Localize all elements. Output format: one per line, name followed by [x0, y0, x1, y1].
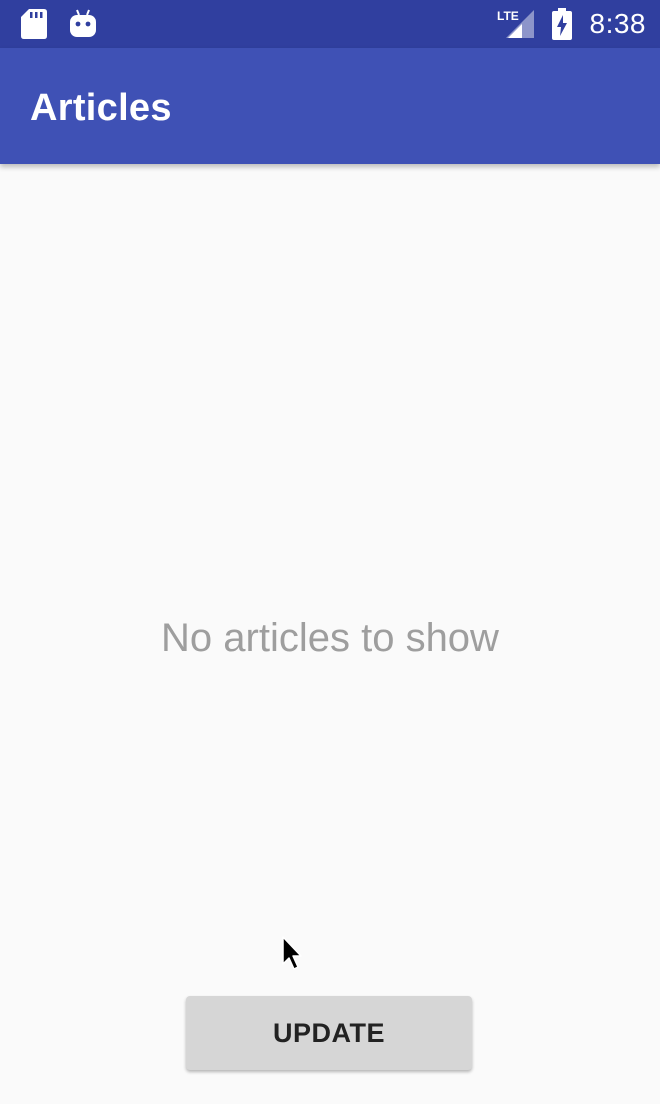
status-bar-clock: 8:38 — [589, 8, 646, 39]
mouse-pointer-icon — [281, 936, 305, 977]
android-debug-icon — [68, 8, 98, 45]
empty-state-message: No articles to show — [161, 616, 499, 660]
sd-card-icon — [20, 8, 48, 45]
app-bar: Articles — [0, 48, 660, 164]
lte-signal-icon: LTE — [496, 6, 536, 45]
status-bar: LTE 8:38 — [0, 0, 660, 48]
battery-charging-icon — [551, 7, 573, 46]
lte-label: LTE — [497, 9, 519, 23]
articles-content: No articles to show UPDATE — [0, 164, 660, 1104]
update-button[interactable]: UPDATE — [186, 996, 472, 1070]
page-title: Articles — [30, 87, 172, 129]
